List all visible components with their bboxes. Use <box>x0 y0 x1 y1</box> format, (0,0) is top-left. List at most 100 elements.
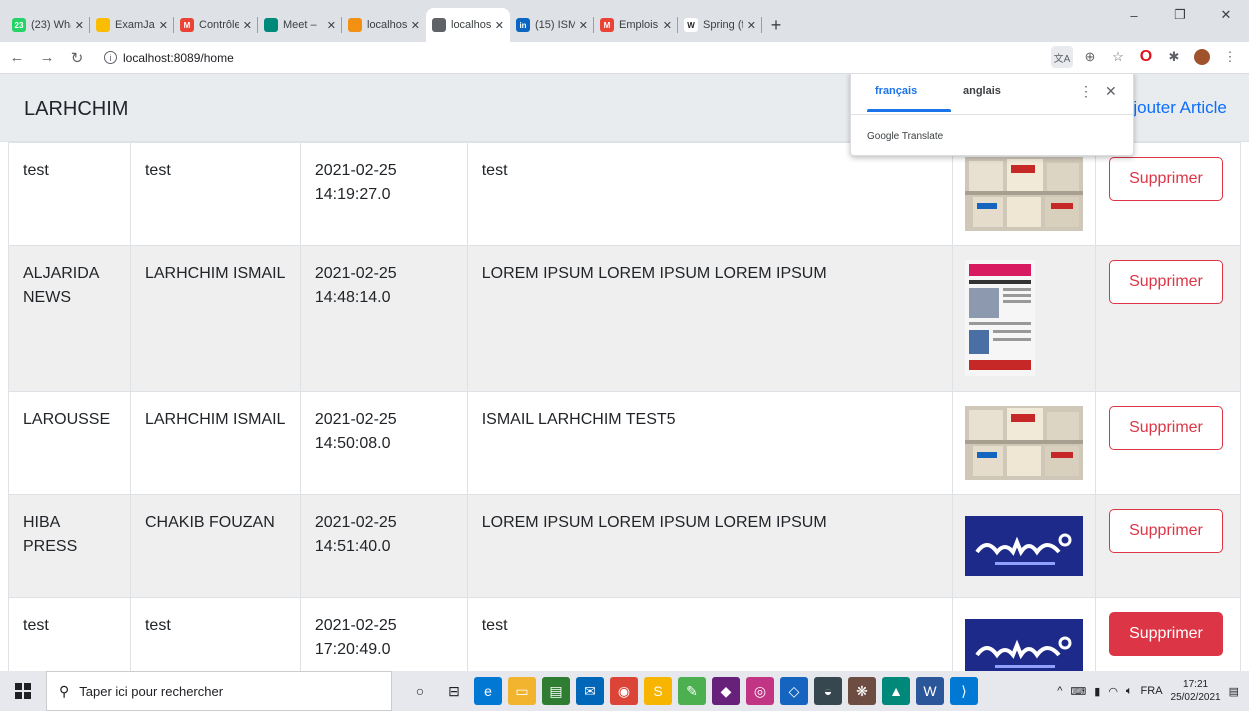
cell-date: 2021-02-25 14:51:40.0 <box>299 494 468 598</box>
bookmark-star-icon[interactable]: ☆ <box>1107 46 1129 68</box>
restore-icon[interactable]: ❐ <box>1157 0 1203 30</box>
delete-button[interactable]: Supprimer <box>1108 260 1223 304</box>
tab-favicon-icon <box>264 18 278 32</box>
translate-lang-from[interactable]: français <box>875 85 917 97</box>
tab-favicon-icon: M <box>180 18 194 32</box>
browser-tab[interactable]: localhost / ✕ <box>342 8 426 42</box>
clock-date: 25/02/2021 <box>1170 692 1221 703</box>
editor-icon[interactable]: ✎ <box>678 677 706 705</box>
taskbar-search-placeholder: Taper ici pour rechercher <box>79 683 224 699</box>
delete-button[interactable]: Supprimer <box>1108 612 1223 656</box>
tab-favicon-icon <box>348 18 362 32</box>
browser-tab[interactable]: W Spring (fran ✕ <box>678 8 762 42</box>
notifications-icon[interactable]: ▤ <box>1229 685 1239 698</box>
taskbar-search[interactable]: ⚲ Taper ici pour rechercher <box>46 671 392 711</box>
tray-chevron-icon[interactable]: ^ <box>1057 685 1062 697</box>
app-icon-e[interactable]: ▲ <box>882 677 910 705</box>
visual-studio-icon[interactable]: ◆ <box>712 677 740 705</box>
app-icon-b[interactable]: ◇ <box>780 677 808 705</box>
store-icon[interactable]: ▤ <box>542 677 570 705</box>
add-article-link[interactable]: Ajouter Article <box>1122 98 1227 118</box>
browser-tab[interactable]: M Emplois du ✕ <box>594 8 678 42</box>
table-row: LAROUSSE LARHCHIM ISMAIL 2021-02-25 14:50:… <box>8 391 1242 495</box>
browser-tab[interactable]: localhost:80 ✕ <box>426 8 510 42</box>
translate-close-icon[interactable]: ✕ <box>1105 83 1117 100</box>
tab-title: (15) ISMAIL <box>535 19 575 31</box>
vscode-icon[interactable]: ⟩ <box>950 677 978 705</box>
tab-close-icon[interactable]: ✕ <box>747 19 756 32</box>
minimize-icon[interactable]: – <box>1111 0 1157 30</box>
back-icon[interactable]: ← <box>4 45 30 71</box>
tab-close-icon[interactable]: ✕ <box>663 19 672 32</box>
cell-actions: Supprimer <box>1094 391 1242 495</box>
browser-tab[interactable]: in (15) ISMAIL ✕ <box>510 8 594 42</box>
delete-button[interactable]: Supprimer <box>1108 509 1223 553</box>
close-window-icon[interactable]: ✕ <box>1203 0 1249 30</box>
tab-title: Spring (fran <box>703 19 743 31</box>
forward-icon[interactable]: → <box>34 45 60 71</box>
windows-start-icon[interactable] <box>0 671 46 711</box>
tab-favicon-icon: in <box>516 18 530 32</box>
tab-favicon-icon: 23 <box>12 18 26 32</box>
cell-title: ALJARIDA NEWS <box>8 245 131 392</box>
file-explorer-icon[interactable]: ▭ <box>508 677 536 705</box>
cell-image <box>951 245 1096 392</box>
profile-avatar-icon[interactable] <box>1191 46 1213 68</box>
edge-icon[interactable]: e <box>474 677 502 705</box>
chrome-icon[interactable]: ◉ <box>610 677 638 705</box>
app-icon-c[interactable]: ◒ <box>814 677 842 705</box>
new-tab-button[interactable]: + <box>762 8 790 42</box>
site-info-icon[interactable]: i <box>104 51 117 64</box>
tab-title: Emplois du <box>619 19 659 31</box>
translate-icon[interactable]: 文A <box>1051 46 1073 68</box>
browser-tab[interactable]: 23 (23) Whats/ ✕ <box>6 8 90 42</box>
extensions-puzzle-icon[interactable]: ✱ <box>1163 46 1185 68</box>
page-content: LARHCHIM Ajouter Article test test 2021-02… <box>0 74 1249 671</box>
cell-content: LOREM IPSUM LOREM IPSUM LOREM IPSUM <box>466 494 953 598</box>
word-icon[interactable]: W <box>916 677 944 705</box>
task-view-icon[interactable]: ⊟ <box>440 677 468 705</box>
reload-icon[interactable]: ↻ <box>64 45 90 71</box>
battery-icon[interactable]: ▮ <box>1094 685 1100 698</box>
google-translate-popup: français anglais ⋮ ✕ Google Translate <box>850 74 1134 156</box>
tab-close-icon[interactable]: ✕ <box>411 19 420 32</box>
volume-icon[interactable]: 🔈︎ <box>1126 685 1133 698</box>
app-icon-d[interactable]: ❋ <box>848 677 876 705</box>
newspapers-image <box>964 157 1083 231</box>
tab-close-icon[interactable]: ✕ <box>579 19 588 32</box>
translate-lang-to[interactable]: anglais <box>963 85 1001 97</box>
cell-author: LARHCHIM ISMAIL <box>129 245 301 392</box>
browser-tab[interactable]: M Contrôle JEE ✕ <box>174 8 258 42</box>
cortana-icon[interactable]: ○ <box>406 677 434 705</box>
search-icon: ⚲ <box>59 682 70 699</box>
browser-toolbar: ← → ↻ i localhost:8089/home 文A ⊕ ☆ O ✱ ⋮ <box>0 42 1249 74</box>
browser-tab[interactable]: Meet – ✕ <box>258 8 342 42</box>
tab-close-icon[interactable]: ✕ <box>495 19 504 32</box>
sublime-icon[interactable]: S <box>644 677 672 705</box>
tab-title: Meet – <box>283 19 317 31</box>
tab-close-icon[interactable]: ✕ <box>75 19 84 32</box>
newspaper-front-image <box>964 260 1035 376</box>
tab-close-icon[interactable]: ✕ <box>243 19 252 32</box>
clock[interactable]: 17:21 25/02/2021 <box>1171 678 1221 704</box>
wifi-icon[interactable]: ◠ <box>1108 685 1118 698</box>
tab-close-icon[interactable]: ✕ <box>327 19 336 32</box>
tab-favicon-icon <box>96 18 110 32</box>
delete-button[interactable]: Supprimer <box>1108 157 1223 201</box>
language-indicator[interactable]: FRA <box>1141 685 1163 697</box>
tab-close-icon[interactable]: ✕ <box>159 19 168 32</box>
keyboard-icon[interactable]: ⌨ <box>1070 685 1086 698</box>
delete-button[interactable]: Supprimer <box>1108 406 1223 450</box>
opera-extension-icon[interactable]: O <box>1135 46 1157 68</box>
mail-icon[interactable]: ✉ <box>576 677 604 705</box>
cell-image <box>951 494 1096 598</box>
zoom-icon[interactable]: ⊕ <box>1079 46 1101 68</box>
translate-menu-icon[interactable]: ⋮ <box>1079 83 1093 100</box>
tab-title: localhost:80 <box>451 19 491 31</box>
brand-title[interactable]: LARHCHIM <box>24 98 128 121</box>
browser-tab[interactable]: ExamJava20 ✕ <box>90 8 174 42</box>
cell-title: test <box>8 142 131 246</box>
chrome-menu-icon[interactable]: ⋮ <box>1219 46 1241 68</box>
cell-date: 2021-02-25 14:19:27.0 <box>299 142 468 246</box>
app-icon-a[interactable]: ◎ <box>746 677 774 705</box>
